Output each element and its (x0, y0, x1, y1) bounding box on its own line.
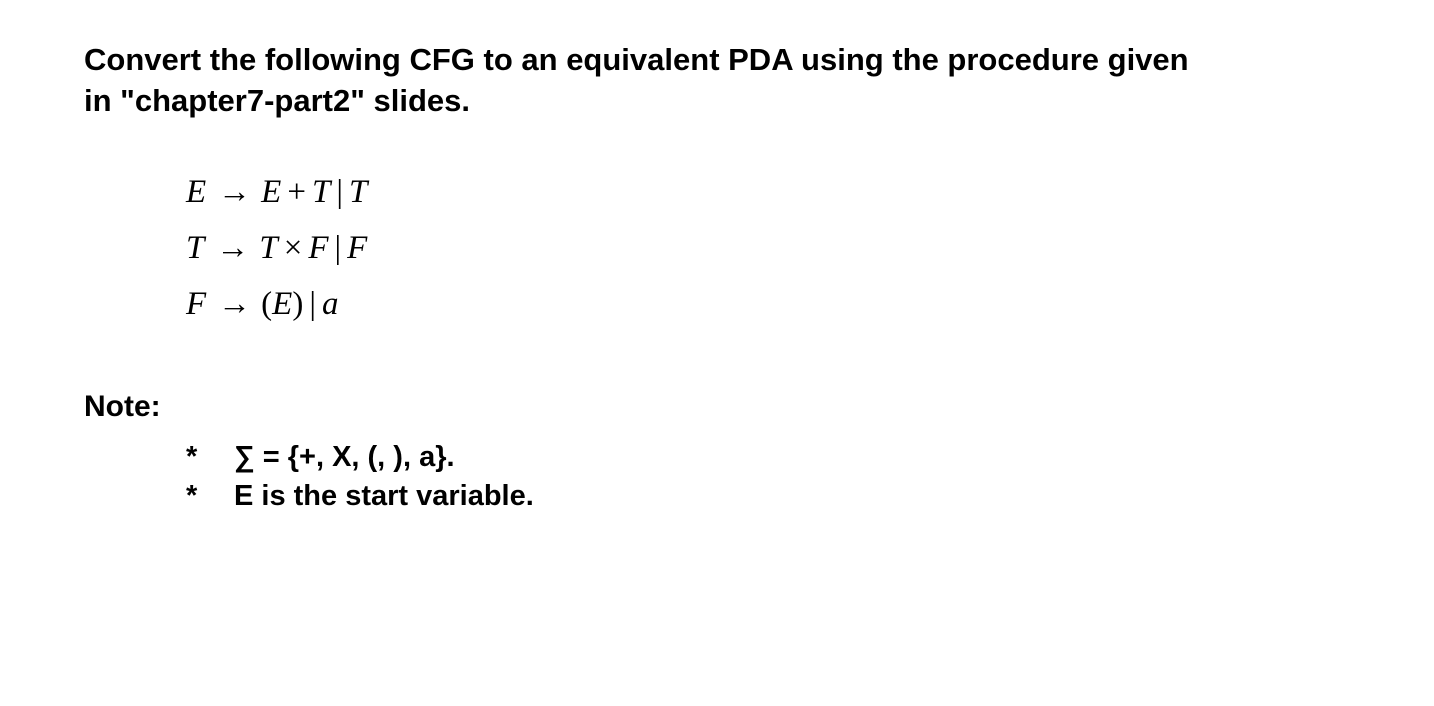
grammar-block: E → E + T | T T → T × F | F F → ( E ) | … (186, 164, 1354, 332)
rule1-rhs1a: E (261, 164, 281, 220)
grammar-rule-3: F → ( E ) | a (186, 276, 1354, 332)
rule2-lhs: T (186, 220, 204, 276)
note1-text: = {+, X, (, ), a}. (255, 441, 455, 473)
rule2-bar: | (335, 220, 342, 276)
rule3-bar: | (309, 276, 316, 332)
rule2-rhs1a: T (259, 220, 277, 276)
rule2-rhs1b: F (308, 220, 328, 276)
rule3-arrow: → (218, 276, 251, 332)
problem-page: Convert the following CFG to an equivale… (0, 0, 1434, 556)
bullet-star: * (186, 438, 234, 477)
note-item-1: * ∑ = {+, X, (, ), a}. (186, 438, 1354, 477)
rule3-rparen: ) (292, 276, 303, 332)
note-heading: Note: (84, 390, 1354, 424)
rule1-rhs2: T (349, 164, 367, 220)
rule2-times: × (284, 220, 303, 276)
grammar-rule-2: T → T × F | F (186, 220, 1354, 276)
rule1-rhs1b: T (312, 164, 330, 220)
rule1-lhs: E (186, 164, 206, 220)
rule3-lparen: ( (261, 276, 272, 332)
rule1-plus: + (287, 164, 306, 220)
rule3-rhs2: a (322, 276, 339, 332)
rule2-arrow: → (216, 220, 249, 276)
note-item-2: * E is the start variable. (186, 477, 1354, 516)
bullet-star: * (186, 477, 234, 516)
sigma-symbol: ∑ (234, 441, 255, 473)
notes-block: * ∑ = {+, X, (, ), a}. * E is the start … (186, 438, 1354, 516)
instruction-line-2: in "chapter7-part2" slides. (84, 83, 470, 118)
rule3-inner: E (272, 276, 292, 332)
rule2-rhs2: F (347, 220, 367, 276)
instruction-text: Convert the following CFG to an equivale… (84, 40, 1354, 122)
instruction-line-1: Convert the following CFG to an equivale… (84, 42, 1189, 77)
rule3-lhs: F (186, 276, 206, 332)
note2-text: E is the start variable. (234, 477, 534, 516)
rule1-bar: | (336, 164, 343, 220)
rule1-arrow: → (218, 164, 251, 220)
note1-content: ∑ = {+, X, (, ), a}. (234, 438, 455, 477)
grammar-rule-1: E → E + T | T (186, 164, 1354, 220)
